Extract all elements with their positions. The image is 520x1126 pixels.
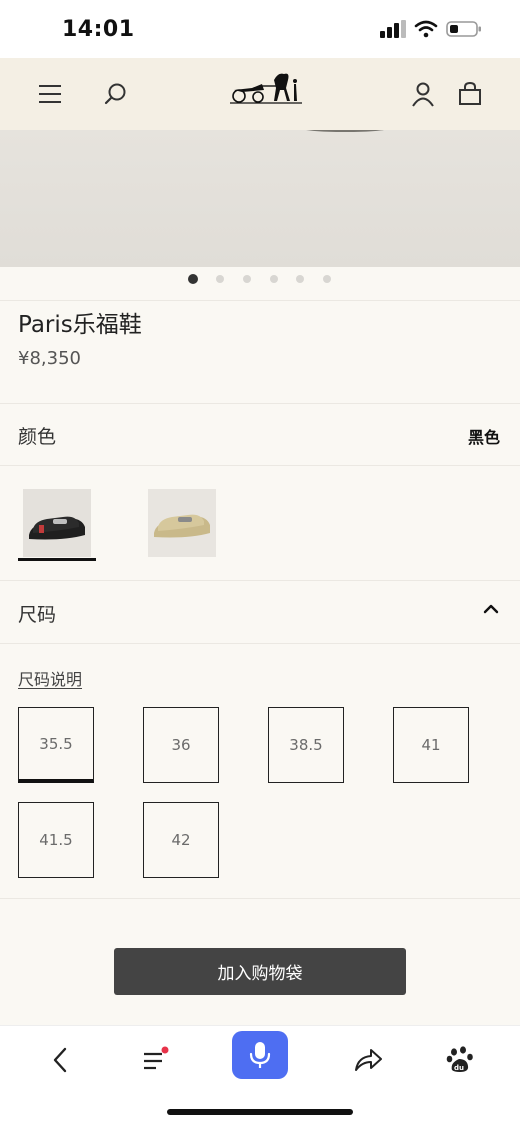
selected-swatch-indicator (18, 558, 96, 561)
product-price: ¥8,350 (18, 348, 81, 369)
search-icon (104, 83, 126, 105)
color-swatch-black[interactable] (23, 489, 91, 557)
divider (0, 300, 520, 301)
color-label: 颜色 (18, 426, 57, 448)
product-image-carousel[interactable] (0, 130, 520, 267)
list-menu-icon (144, 1046, 169, 1070)
share-arrow-icon (355, 1049, 382, 1071)
baidu-button[interactable]: du (440, 1040, 480, 1080)
size-guide-link[interactable]: 尺码说明 (18, 666, 82, 690)
signal-icon (380, 20, 406, 38)
site-header (0, 58, 520, 130)
status-time: 14:01 (62, 17, 135, 42)
size-option[interactable]: 36 (143, 707, 219, 783)
chevron-up-icon[interactable] (482, 600, 500, 618)
carousel-dot[interactable] (188, 274, 198, 284)
size-option[interactable]: 41 (393, 707, 469, 783)
size-option[interactable]: 38.5 (268, 707, 344, 783)
divider (0, 643, 520, 644)
divider (0, 403, 520, 404)
carousel-dot[interactable] (216, 275, 224, 283)
search-button[interactable] (102, 80, 130, 108)
product-image-detail (300, 130, 390, 132)
size-label: 尺码 (18, 604, 57, 626)
menu-tabs-button[interactable] (134, 1040, 174, 1080)
account-button[interactable] (409, 80, 437, 108)
divider (0, 580, 520, 581)
selected-color-value: 黑色 (467, 428, 500, 447)
color-swatch-beige[interactable] (148, 489, 216, 557)
shopping-bag-icon (459, 82, 481, 105)
hamburger-icon (39, 85, 61, 103)
divider (0, 465, 520, 466)
status-bar: 14:01 (0, 0, 520, 58)
back-button[interactable] (40, 1040, 80, 1080)
baidu-paw-icon: du (446, 1046, 473, 1072)
home-indicator (167, 1109, 353, 1115)
microphone-icon (249, 1042, 271, 1068)
menu-button[interactable] (36, 80, 64, 108)
divider (0, 898, 520, 899)
size-option[interactable]: 35.5 (18, 707, 94, 783)
carousel-indicator (0, 274, 520, 285)
wifi-icon (414, 20, 438, 38)
user-icon (412, 82, 434, 107)
svg-text:du: du (454, 1064, 464, 1072)
voice-search-button[interactable] (232, 1031, 288, 1079)
shopping-bag-button[interactable] (456, 80, 484, 108)
back-arrow-icon (53, 1047, 67, 1073)
black-loafer-image (23, 489, 91, 557)
product-title: Paris乐福鞋 (18, 312, 142, 338)
beige-loafer-image (148, 489, 216, 557)
add-to-bag-button[interactable]: 加入购物袋 (114, 948, 406, 995)
carousel-dot[interactable] (296, 275, 304, 283)
share-button[interactable] (348, 1040, 388, 1080)
carousel-dot[interactable] (243, 275, 251, 283)
battery-icon (446, 21, 481, 37)
size-option[interactable]: 41.5 (18, 802, 94, 878)
hermes-carriage-logo[interactable] (228, 70, 304, 106)
carousel-dot[interactable] (270, 275, 278, 283)
notification-dot (161, 1046, 169, 1054)
status-indicators (380, 20, 482, 38)
size-option[interactable]: 42 (143, 802, 219, 878)
carousel-dot[interactable] (323, 275, 331, 283)
